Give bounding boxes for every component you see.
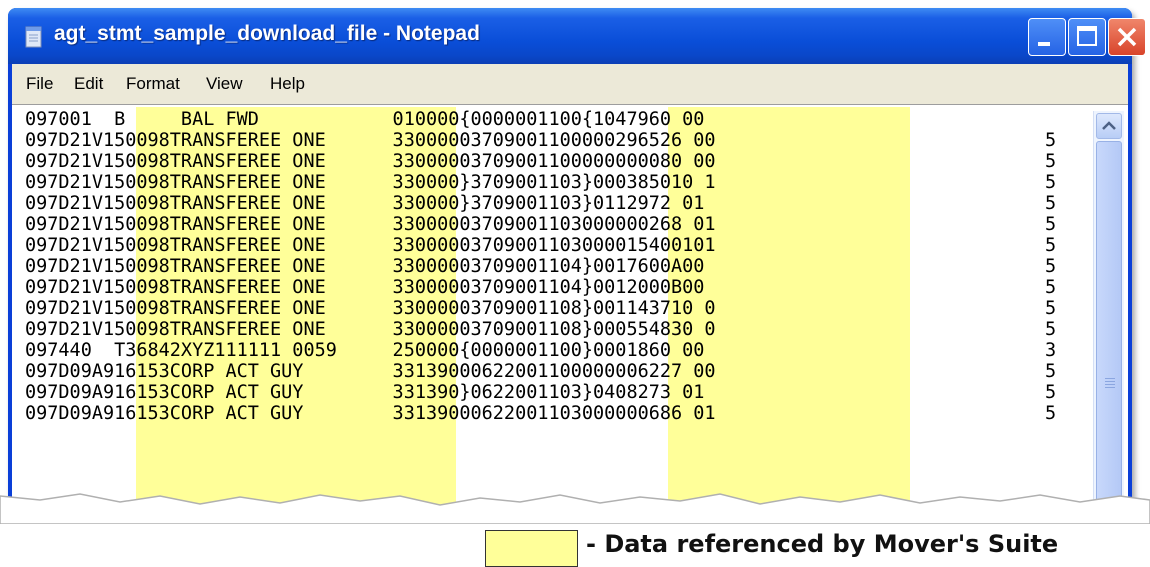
maximize-button[interactable]: [1068, 18, 1106, 56]
text-line: 097D21V150098TRANSFEREE ONE 330000037090…: [25, 298, 1057, 319]
menu-file[interactable]: File: [26, 74, 53, 94]
text-line: 097440 T36842XYZ111111 0059 250000{00000…: [25, 340, 1057, 361]
file-content[interactable]: 097001 B BAL FWD 010000{0000001100{10479…: [25, 109, 1057, 424]
close-button[interactable]: [1108, 18, 1146, 56]
maximize-icon: [1077, 26, 1097, 46]
text-line: 097D21V150098TRANSFEREE ONE 330000037090…: [25, 319, 1057, 340]
text-editor-area[interactable]: 097001 B BAL FWD 010000{0000001100{10479…: [12, 104, 1128, 508]
close-icon: [1117, 27, 1137, 47]
text-line: 097D21V150098TRANSFEREE ONE 330000}37090…: [25, 193, 1057, 214]
text-line: 097D21V150098TRANSFEREE ONE 330000037090…: [25, 214, 1057, 235]
text-line: 097D09A916153CORP ACT GUY 33139000622001…: [25, 361, 1057, 382]
window-title: agt_stmt_sample_download_file - Notepad: [54, 22, 480, 45]
menu-format[interactable]: Format: [126, 74, 180, 94]
text-line: 097001 B BAL FWD 010000{0000001100{10479…: [25, 109, 705, 130]
torn-edge: [0, 493, 1150, 524]
menu-edit[interactable]: Edit: [74, 74, 103, 94]
menu-bar: File Edit Format View Help: [12, 64, 1128, 104]
text-line: 097D21V150098TRANSFEREE ONE 330000037090…: [25, 151, 1057, 172]
text-line: 097D21V150098TRANSFEREE ONE 330000037090…: [25, 130, 1057, 151]
minimize-icon: [1038, 42, 1050, 46]
menu-view[interactable]: View: [206, 74, 243, 94]
notepad-window: agt_stmt_sample_download_file - Notepad …: [8, 8, 1146, 508]
chevron-up-icon: [1102, 121, 1116, 130]
text-line: 097D09A916153CORP ACT GUY 331390}0622001…: [25, 382, 1057, 403]
text-line: 097D21V150098TRANSFEREE ONE 330000037090…: [25, 235, 1057, 256]
text-line: 097D21V150098TRANSFEREE ONE 330000037090…: [25, 256, 1057, 277]
text-line: 097D21V150098TRANSFEREE ONE 330000037090…: [25, 277, 1057, 298]
vertical-scrollbar[interactable]: [1093, 111, 1124, 505]
notepad-icon: [25, 26, 42, 48]
menu-help[interactable]: Help: [270, 74, 305, 94]
minimize-button[interactable]: [1028, 18, 1066, 56]
title-bar[interactable]: agt_stmt_sample_download_file - Notepad: [8, 8, 1146, 64]
text-line: 097D21V150098TRANSFEREE ONE 330000}37090…: [25, 172, 1057, 193]
legend-swatch: [485, 530, 578, 567]
text-line: 097D09A916153CORP ACT GUY 33139000622001…: [25, 403, 1057, 424]
legend-label: - Data referenced by Mover's Suite: [586, 530, 1059, 558]
scroll-thumb[interactable]: [1096, 141, 1122, 503]
scroll-up-button[interactable]: [1096, 113, 1122, 139]
